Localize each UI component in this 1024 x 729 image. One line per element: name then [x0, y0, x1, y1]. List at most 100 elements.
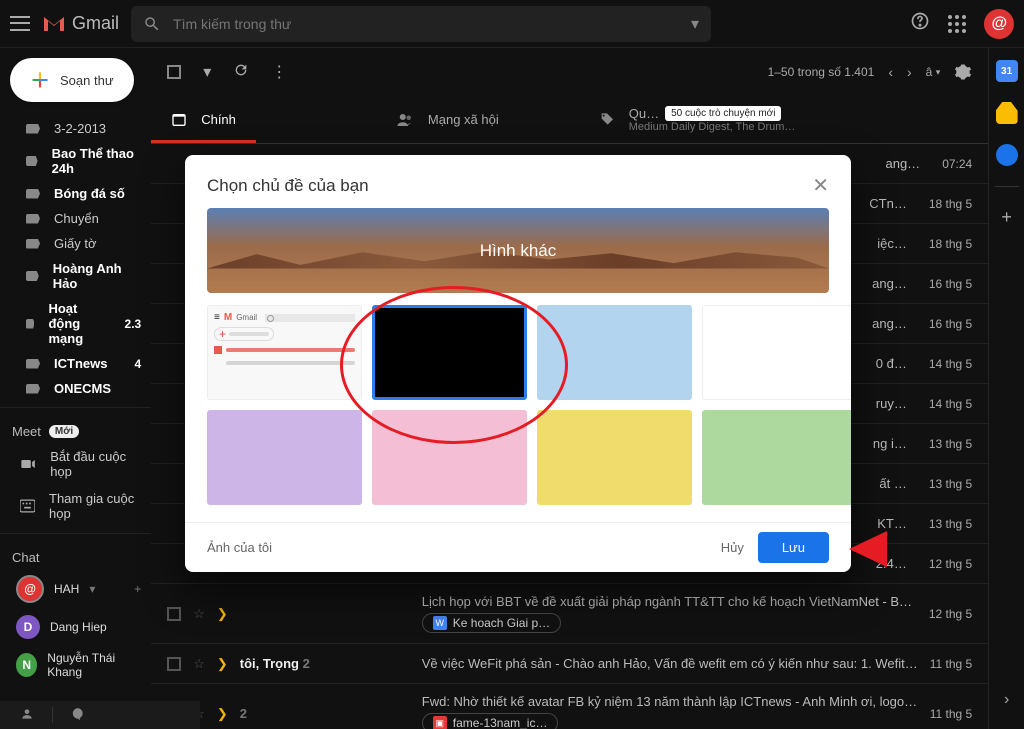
- email-row[interactable]: ☆❯tôi, Trọng 2Về việc WeFit phá sản - Ch…: [151, 644, 988, 684]
- hamburger-menu-icon[interactable]: [10, 14, 30, 34]
- label-icon: [26, 189, 40, 199]
- important-icon[interactable]: ❯: [217, 606, 228, 622]
- compose-plus-icon: [30, 70, 50, 90]
- select-dropdown-icon[interactable]: ▾: [203, 62, 211, 82]
- add-addon-icon[interactable]: +: [1001, 207, 1012, 228]
- dialog-body: Hình khác ≡MGmail +: [185, 208, 851, 522]
- cancel-button[interactable]: Hủy: [721, 540, 744, 555]
- chat-section-header: Chat: [0, 540, 151, 569]
- contacts-icon[interactable]: [20, 707, 34, 724]
- email-row[interactable]: ☆❯ 2Fwd: Nhờ thiết kế avatar FB kỷ niệm …: [151, 684, 988, 729]
- row-checkbox[interactable]: [167, 607, 181, 621]
- new-badge: Mới: [49, 425, 79, 438]
- star-icon[interactable]: ☆: [193, 606, 205, 622]
- theme-pink[interactable]: [372, 410, 527, 505]
- meet-section-header: Meet Mới: [0, 414, 151, 443]
- gmail-logo[interactable]: Gmail: [42, 13, 119, 34]
- dialog-title: Chọn chủ đề của bạn: [207, 176, 369, 196]
- theme-green[interactable]: [702, 410, 851, 505]
- theme-white[interactable]: [702, 305, 851, 400]
- row-checkbox[interactable]: [167, 657, 181, 671]
- tab-promotions[interactable]: Qu… 50 cuộc trò chuyện mới Medium Daily …: [579, 96, 816, 143]
- theme-dark[interactable]: [372, 305, 527, 400]
- search-icon: [143, 15, 161, 33]
- label-icon: [26, 239, 40, 249]
- important-icon[interactable]: ❯: [217, 656, 228, 672]
- next-page-icon[interactable]: ›: [907, 64, 912, 80]
- tab-primary[interactable]: Chính: [151, 96, 256, 143]
- sidebar-label[interactable]: ICTnews4: [0, 351, 151, 376]
- people-icon: [396, 112, 414, 128]
- chat-me[interactable]: @ HAH ▾ +: [0, 569, 151, 609]
- gmail-m-icon: [42, 15, 66, 33]
- side-panel: 31 + ›: [989, 48, 1024, 729]
- sidebar: Soạn thư 3-2-2013Bao Thể thao 24hBóng đá…: [0, 48, 151, 729]
- sidebar-label[interactable]: ONECMS: [0, 376, 151, 401]
- compose-label: Soạn thư: [60, 73, 114, 88]
- keyboard-icon: [20, 499, 35, 513]
- label-icon: [26, 359, 40, 369]
- attachment-chip[interactable]: ▣fame-13nam_ic…: [422, 713, 559, 729]
- more-icon[interactable]: ⋮: [271, 62, 287, 82]
- video-icon: [20, 457, 36, 471]
- more-images-theme[interactable]: Hình khác: [207, 208, 829, 293]
- dialog-close-icon[interactable]: ✕: [812, 173, 829, 198]
- sidebar-label[interactable]: Bao Thể thao 24h: [0, 141, 151, 181]
- annotation-arrow: [849, 531, 887, 567]
- dialog-header: Chọn chủ đề của bạn ✕: [185, 155, 851, 208]
- label-icon: [26, 156, 38, 166]
- important-icon[interactable]: ❯: [217, 706, 228, 722]
- compose-button[interactable]: Soạn thư: [10, 58, 134, 102]
- email-row[interactable]: ☆❯Lịch họp với BBT về đề xuất giải pháp …: [151, 584, 988, 644]
- theme-light-preview[interactable]: ≡MGmail +: [207, 305, 362, 400]
- theme-picker-dialog: Chọn chủ đề của bạn ✕ Hình khác ≡MGmail …: [185, 155, 851, 572]
- label-icon: [26, 271, 39, 281]
- help-icon[interactable]: [910, 11, 930, 36]
- sidebar-label[interactable]: Hoạt động mạng2.3: [0, 296, 151, 351]
- sidebar-label[interactable]: Chuyển: [0, 206, 151, 231]
- sidebar-bottom-bar: [0, 701, 200, 729]
- input-tools-icon[interactable]: â ▾: [926, 65, 941, 79]
- tasks-icon[interactable]: [996, 144, 1018, 166]
- inbox-icon: [171, 112, 187, 128]
- label-icon: [26, 319, 34, 329]
- join-meeting[interactable]: Tham gia cuộc họp: [0, 485, 151, 527]
- sidebar-label[interactable]: 3-2-2013: [0, 116, 151, 141]
- theme-grid: ≡MGmail +: [197, 293, 839, 517]
- category-tabs: Chính Mạng xã hội Qu… 50 cuộc trò chuyện…: [151, 96, 988, 144]
- pagination: 1–50 trong số 1.401 ‹ › â ▾: [768, 63, 973, 81]
- sidebar-label[interactable]: Giấy tờ: [0, 231, 151, 256]
- theme-purple[interactable]: [207, 410, 362, 505]
- promo-count-badge: 50 cuộc trò chuyện mới: [665, 106, 781, 121]
- star-icon[interactable]: ☆: [193, 656, 205, 672]
- label-icon: [26, 384, 40, 394]
- collapse-panel-icon[interactable]: ›: [1004, 691, 1009, 709]
- theme-light-blue[interactable]: [537, 305, 692, 400]
- calendar-icon[interactable]: 31: [996, 60, 1018, 82]
- chat-contact[interactable]: DDang Hiep: [0, 609, 151, 645]
- refresh-icon[interactable]: [233, 62, 249, 83]
- app-header: Gmail ▾ @: [0, 0, 1024, 48]
- google-apps-icon[interactable]: [948, 15, 966, 33]
- keep-icon[interactable]: [996, 102, 1018, 124]
- label-icon: [26, 124, 40, 134]
- select-all-checkbox[interactable]: [167, 65, 181, 79]
- hangouts-icon[interactable]: [71, 707, 85, 724]
- start-meeting[interactable]: Bắt đầu cuộc họp: [0, 443, 151, 485]
- attachment-chip[interactable]: WKe hoach Giai p…: [422, 613, 561, 633]
- sidebar-label[interactable]: Hoàng Anh Hảo: [0, 256, 151, 296]
- tab-social[interactable]: Mạng xã hội: [376, 96, 519, 143]
- sidebar-label[interactable]: Bóng đá số: [0, 181, 151, 206]
- settings-gear-icon[interactable]: [954, 63, 972, 81]
- search-options-dropdown-icon[interactable]: ▾: [691, 14, 699, 34]
- chat-contact[interactable]: NNguyễn Thái Khang: [0, 645, 151, 685]
- search-bar[interactable]: ▾: [131, 6, 711, 42]
- dialog-footer: Ảnh của tôi Hủy Lưu: [185, 522, 851, 572]
- prev-page-icon[interactable]: ‹: [888, 64, 893, 80]
- header-actions: @: [910, 9, 1014, 39]
- search-input[interactable]: [173, 16, 679, 32]
- theme-yellow[interactable]: [537, 410, 692, 505]
- account-avatar[interactable]: @: [984, 9, 1014, 39]
- my-photos-link[interactable]: Ảnh của tôi: [207, 540, 272, 555]
- save-button[interactable]: Lưu: [758, 532, 829, 563]
